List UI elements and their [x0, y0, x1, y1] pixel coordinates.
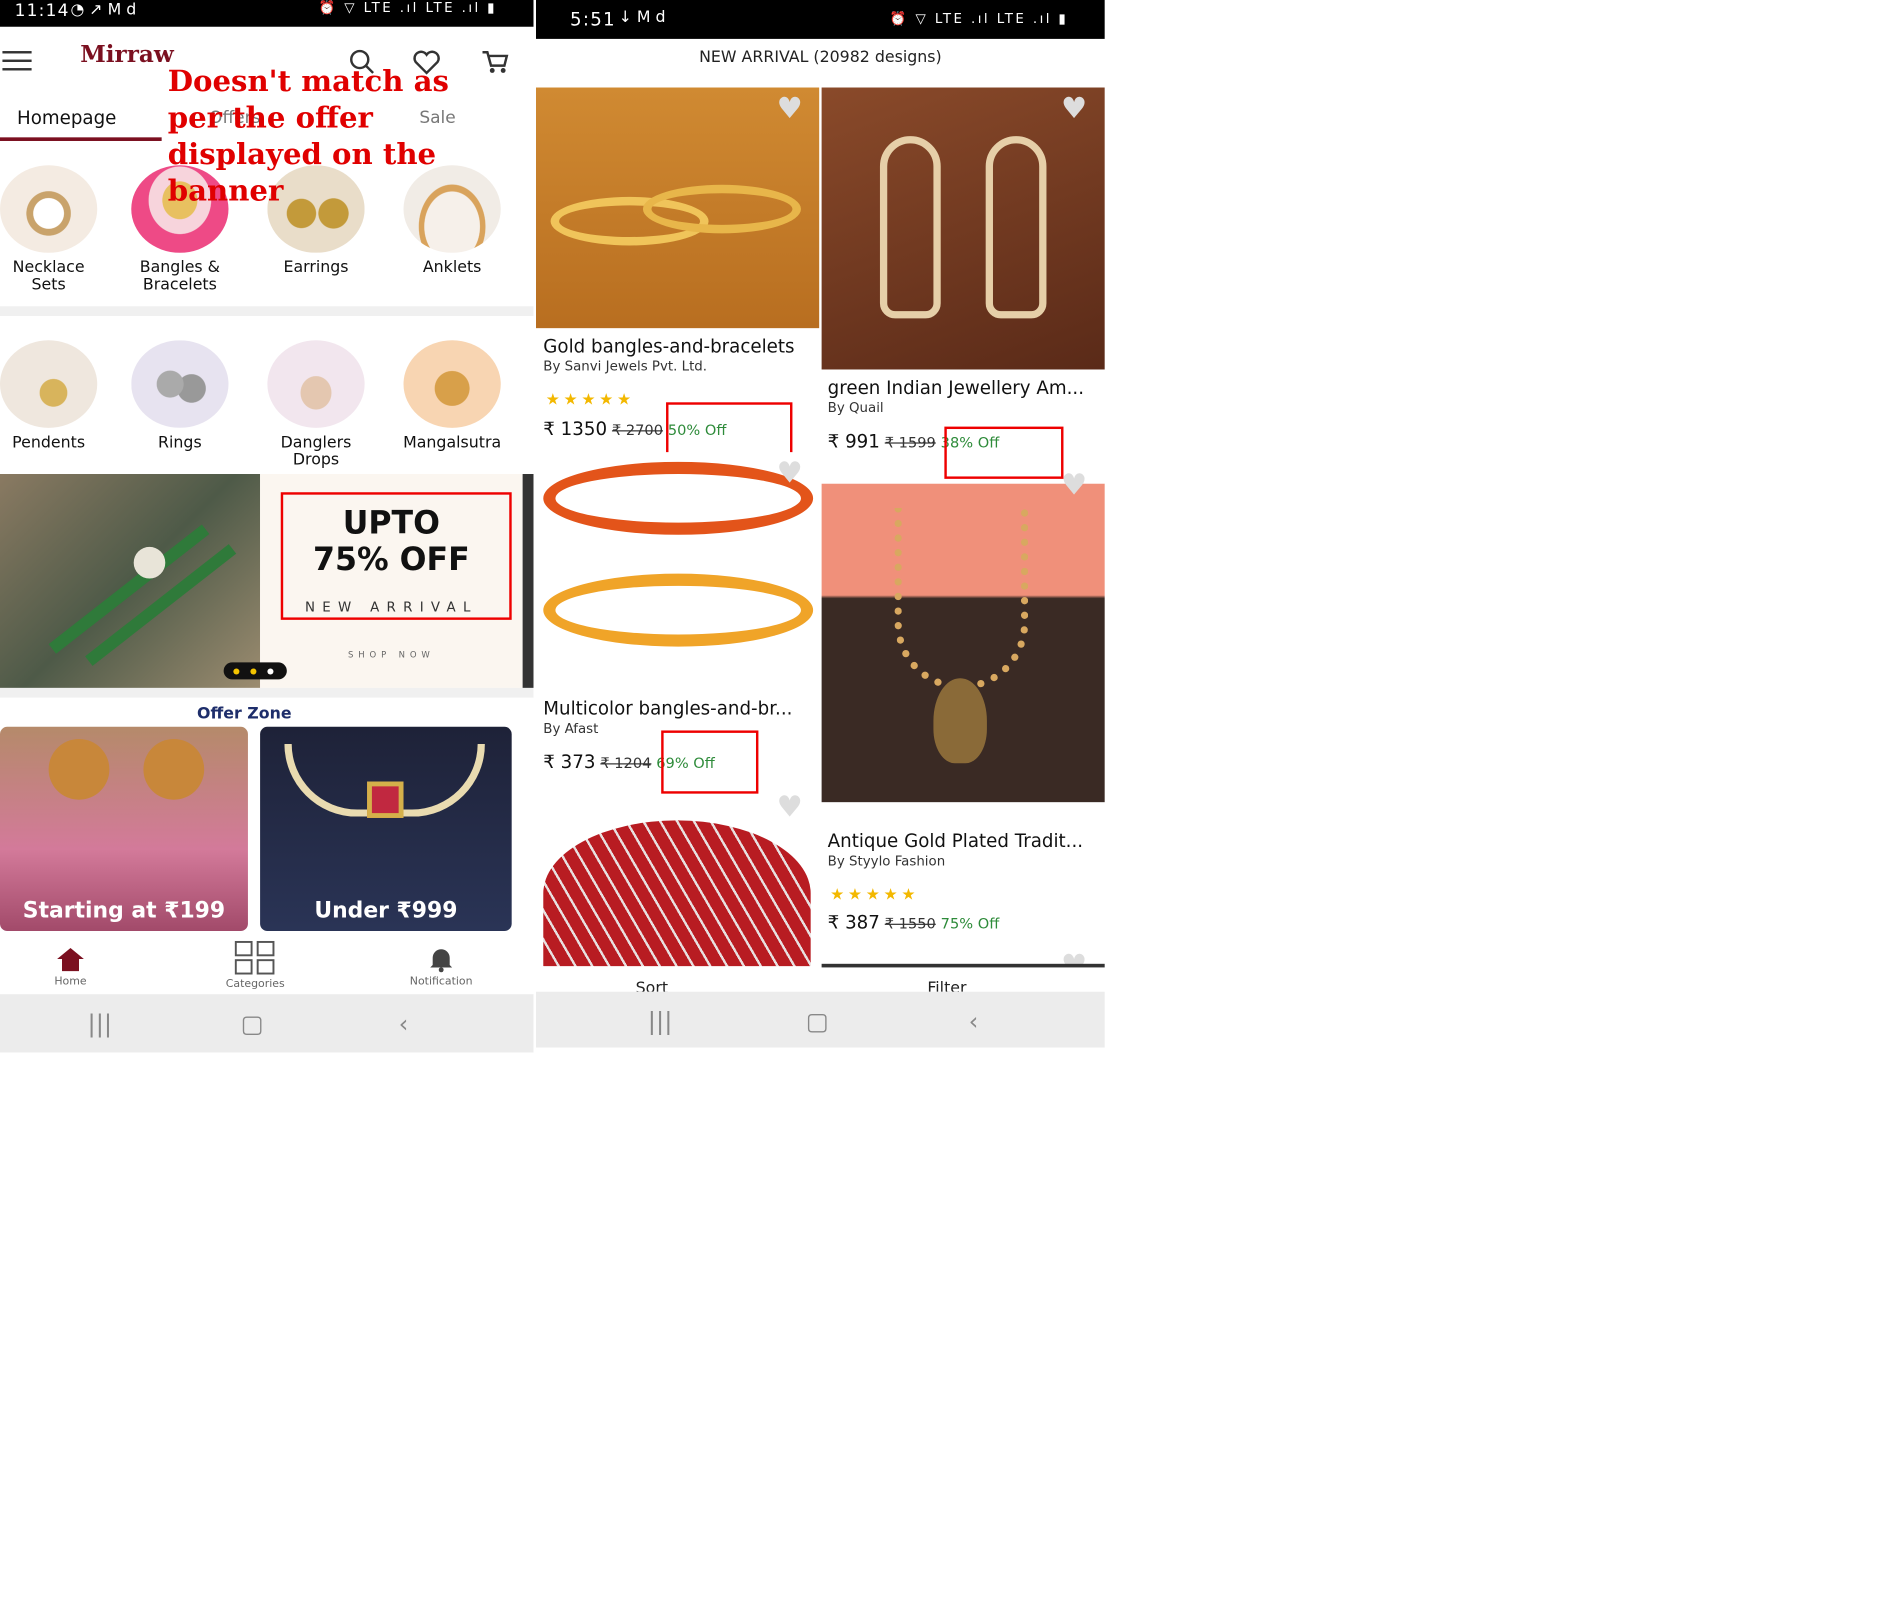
home-icon [57, 948, 84, 972]
category-mangalsutra[interactable]: Mangalsutra [394, 340, 511, 452]
category-label: Rings [158, 433, 202, 453]
back-icon[interactable]: ‹ [969, 1006, 979, 1035]
status-system-icons: ⏰ ▽ LTE .ıl LTE .ıl ▮ [889, 10, 1069, 27]
bottom-tab-notification[interactable]: Notification [404, 946, 479, 989]
category-rings[interactable]: Rings [126, 340, 233, 452]
product-image[interactable] [821, 87, 1105, 370]
listing-header: NEW ARRIVAL (20982 designs) [699, 48, 942, 67]
product-mrp: ₹ 1599 [884, 433, 936, 451]
wishlist-icon[interactable]: ♥ [1061, 468, 1087, 502]
product-mrp: ₹ 2700 [611, 421, 664, 439]
annotation-box-banner [280, 492, 512, 620]
menu-icon[interactable] [2, 51, 32, 71]
logo[interactable]: Mirraw [80, 41, 174, 68]
category-label: Danglers Drops [280, 433, 352, 470]
active-tab-indicator [0, 137, 162, 141]
bottom-tab-home[interactable]: Home [34, 946, 107, 989]
next-banner-peek [522, 474, 534, 688]
section-divider [0, 306, 534, 317]
offer-tile-label: Under ₹999 [314, 898, 458, 924]
rating-stars: ★★★★★ [545, 391, 635, 410]
product-image[interactable] [821, 483, 1105, 803]
carousel-indicator[interactable] [223, 662, 287, 680]
product-title[interactable]: green Indian Jewellery Am... [828, 377, 1098, 399]
product-discount: 75% Off [940, 915, 1000, 933]
product-title[interactable]: Multicolor bangles-and-br... [543, 698, 813, 720]
wishlist-icon[interactable]: ♥ [777, 91, 803, 125]
product-price: ₹ 1350 [543, 418, 608, 440]
back-icon[interactable]: ‹ [399, 1009, 409, 1038]
tab-homepage[interactable]: Homepage [17, 107, 116, 129]
section-divider [0, 687, 534, 698]
recents-icon[interactable]: ||| [88, 1009, 113, 1038]
status-notification-icons: ◔ ↗ M d [70, 1, 137, 20]
banner-cta[interactable]: SHOP NOW [260, 650, 523, 660]
product-mrp: ₹ 1550 [884, 915, 936, 933]
status-bar: 5:51 ↓ M d ⏰ ▽ LTE .ıl LTE .ıl ▮ [535, 0, 1105, 39]
category-danglers-drops[interactable]: Danglers Drops [255, 340, 377, 469]
left-screenshot: 11:14 ◔ ↗ M d ⏰ ▽ LTE .ıl LTE .ıl ▮ Mirr… [0, 0, 534, 1053]
bottom-tab-label: Home [54, 975, 87, 989]
product-seller: By Styylo Fashion [827, 853, 946, 870]
danglers-image [267, 340, 365, 428]
sort-filter-bar[interactable]: Sort Filter [535, 967, 1105, 992]
bottom-tab-categories[interactable]: Categories [216, 940, 294, 991]
necklace-image [0, 165, 98, 253]
offer-tile-199[interactable]: Starting at ₹199 [0, 726, 248, 931]
filter-button[interactable]: Filter [927, 980, 966, 992]
wishlist-icon[interactable]: ♥ [777, 456, 803, 490]
product-price: ₹ 387 [827, 911, 880, 934]
product-seller: By Quail [827, 399, 884, 416]
annotation-text: Doesn't match as per the offer displayed… [167, 63, 449, 208]
product-price-row: ₹ 387 ₹ 1550 75% Off [828, 912, 1000, 934]
wishlist-icon[interactable]: ♥ [1061, 91, 1087, 125]
mangalsutra-image [403, 340, 501, 428]
bottom-tab-label: Notification [409, 975, 473, 989]
category-pendents[interactable]: Pendents [0, 340, 98, 453]
sort-button[interactable]: Sort [636, 980, 668, 992]
grid-icon [234, 940, 275, 975]
status-bar: 11:14 ◔ ↗ M d ⏰ ▽ LTE .ıl LTE .ıl ▮ [0, 0, 534, 27]
right-screenshot: 5:51 ↓ M d ⏰ ▽ LTE .ıl LTE .ıl ▮ NEW ARR… [535, 0, 1105, 1048]
banner-jewellery-image[interactable] [0, 474, 261, 688]
product-price: ₹ 373 [543, 751, 596, 773]
status-time: 5:51 [570, 8, 616, 31]
product-seller: By Afast [543, 720, 599, 737]
home-button-icon[interactable]: ▢ [241, 1009, 264, 1038]
home-button-icon[interactable]: ▢ [806, 1006, 829, 1035]
category-necklace-sets[interactable]: Necklace Sets [0, 165, 98, 295]
status-time: 11:14 [14, 1, 70, 21]
product-mrp: ₹ 1204 [600, 754, 652, 772]
status-system-icons: ⏰ ▽ LTE .ıl LTE .ıl ▮ [318, 0, 498, 16]
product-price: ₹ 991 [827, 430, 880, 453]
status-notification-icons: ↓ M d [618, 8, 666, 27]
product-seller: By Sanvi Jewels Pvt. Ltd. [543, 358, 708, 375]
bottom-tab-label: Categories [225, 978, 285, 991]
annotation-box [661, 730, 759, 794]
category-label: Pendents [12, 433, 86, 453]
category-label: Anklets [422, 258, 482, 278]
product-title[interactable]: Antique Gold Plated Tradit... [828, 830, 1098, 852]
pendent-image [0, 340, 98, 428]
wishlist-icon[interactable]: ♥ [777, 790, 803, 824]
system-navigation-bar: ||| ▢ ‹ [535, 991, 1105, 1048]
rings-image [131, 340, 229, 428]
system-navigation-bar: ||| ▢ ‹ [0, 994, 534, 1053]
category-label: Necklace Sets [12, 258, 85, 295]
category-label: Bangles & Bracelets [139, 258, 221, 295]
category-label: Earrings [283, 258, 349, 278]
offer-zone-title: Offer Zone [197, 704, 292, 724]
product-title[interactable]: Gold bangles-and-bracelets [543, 335, 813, 357]
category-label: Mangalsutra [403, 433, 502, 453]
annotation-box [944, 426, 1064, 479]
rating-stars: ★★★★★ [830, 886, 920, 905]
recents-icon[interactable]: ||| [648, 1006, 673, 1035]
offer-tile-999[interactable]: Under ₹999 [260, 726, 512, 931]
bell-icon [430, 949, 453, 973]
offer-tile-label: Starting at ₹199 [22, 898, 226, 924]
